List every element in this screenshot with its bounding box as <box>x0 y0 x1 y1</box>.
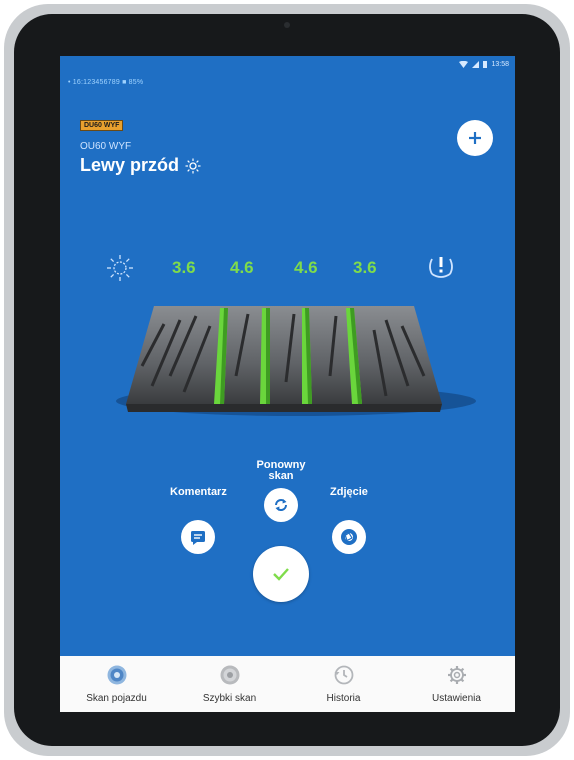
comment-button[interactable] <box>181 520 216 554</box>
app-screen: • 16:123456789 ■ 85% 13:58 DU60 WYF OU60… <box>60 56 515 712</box>
plate-tag: DU60 WYF <box>80 120 124 131</box>
status-right: 13:58 <box>459 61 509 68</box>
comment-action[interactable]: Komentarz <box>170 487 227 554</box>
nav-label-history: Historia <box>326 693 361 704</box>
clock: 13:58 <box>491 61 509 68</box>
vehicle-plate: OU60 WYF <box>80 141 132 152</box>
nav-label-quick-scan: Szybki skan <box>202 693 257 704</box>
camera-shutter-icon <box>340 529 357 545</box>
tread-depth-1: 3.6 <box>172 258 196 277</box>
rescan-label: Ponowny skan <box>256 459 306 482</box>
checkmark-icon <box>273 568 289 581</box>
tyre-scan-icon <box>106 664 128 686</box>
signal-icon <box>472 61 480 68</box>
tread-depth-3: 4.6 <box>294 258 318 277</box>
nav-item-settings[interactable]: Ustawienia <box>400 656 513 712</box>
sun-icon <box>185 158 201 173</box>
tyre-tread-image <box>126 306 442 412</box>
comment-icon <box>191 531 206 545</box>
comment-label: Komentarz <box>170 486 227 498</box>
tread-readings: 3.6 4.6 4.6 3.6 <box>60 250 515 290</box>
front-camera <box>284 22 290 28</box>
photo-action[interactable]: Zdjęcie <box>330 487 368 554</box>
nav-label-vehicle-scan: Skan pojazdu <box>86 693 147 704</box>
photo-button[interactable] <box>331 520 366 554</box>
tyre-position-title: Lewy przód <box>80 155 201 176</box>
wifi-icon <box>459 61 469 68</box>
history-icon <box>333 664 355 686</box>
nav-item-quick-scan[interactable]: Szybki skan <box>173 656 286 712</box>
confirm-button[interactable] <box>253 546 309 602</box>
nav-item-vehicle-scan[interactable]: Skan pojazdu <box>60 656 173 712</box>
plus-icon <box>469 132 481 144</box>
bottom-navigation: Skan pojazdu Szybki skan Historia Ustawi… <box>60 656 515 712</box>
settings-gear-icon <box>446 664 468 686</box>
brightness-icon[interactable] <box>106 254 134 282</box>
photo-label: Zdjęcie <box>330 486 368 498</box>
rescan-action[interactable]: Ponowny skan <box>250 460 312 522</box>
status-left-text: • 16:123456789 ■ 85% <box>68 79 144 86</box>
page-title: Lewy przód <box>80 155 180 175</box>
tread-depth-2: 4.6 <box>230 258 254 277</box>
nav-item-history[interactable]: Historia <box>287 656 400 712</box>
tyre-warning-icon[interactable] <box>426 252 456 282</box>
quick-scan-icon <box>219 664 241 686</box>
rescan-button[interactable] <box>264 488 298 522</box>
battery-icon <box>483 61 488 68</box>
tread-depth-4: 3.6 <box>353 258 377 277</box>
add-button[interactable] <box>457 120 493 156</box>
status-bar: • 16:123456789 ■ 85% 13:58 <box>60 56 515 96</box>
refresh-icon <box>275 499 287 511</box>
nav-label-settings: Ustawienia <box>432 693 481 704</box>
